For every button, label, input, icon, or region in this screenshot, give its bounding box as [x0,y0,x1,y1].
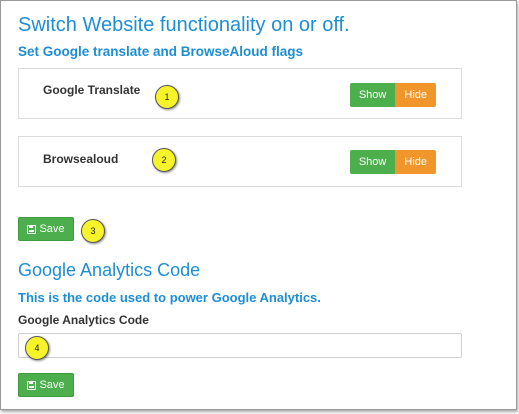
google-translate-hide-button[interactable]: Hide [395,83,436,107]
callout-marker-1: 1 [155,85,179,109]
google-translate-card: Google Translate Show Hide [18,68,462,119]
analytics-description: This is the code used to power Google An… [18,290,321,305]
analytics-title: Google Analytics Code [18,260,201,280]
page-title: Switch Website functionality on or off. [18,14,350,36]
analytics-field-label: Google Analytics Code [18,313,149,327]
browsealoud-toggle: Show Hide [349,150,436,174]
analytics-code-input[interactable] [18,333,462,358]
save-flags-label: Save [39,223,65,235]
save-analytics-label: Save [39,379,65,391]
google-translate-toggle: Show Hide [349,83,436,107]
google-translate-label: Google Translate [43,83,141,97]
browsealoud-show-button[interactable]: Show [349,150,396,174]
callout-marker-2: 2 [152,148,176,172]
floppy-disk-icon [27,380,37,390]
google-translate-show-button[interactable]: Show [349,83,396,107]
browsealoud-hide-button[interactable]: Hide [395,150,436,174]
callout-marker-4: 4 [25,336,49,360]
browsealoud-card: Browsealoud Show Hide [18,136,462,187]
browsealoud-label: Browsealoud [43,152,119,166]
floppy-disk-icon [27,224,37,234]
save-analytics-button[interactable]: Save [18,373,74,397]
page-subtitle: Set Google translate and BrowseAloud fla… [18,44,304,59]
callout-marker-3: 3 [81,219,105,243]
settings-panel: Switch Website functionality on or off. … [0,0,517,410]
save-flags-button[interactable]: Save [18,217,74,241]
